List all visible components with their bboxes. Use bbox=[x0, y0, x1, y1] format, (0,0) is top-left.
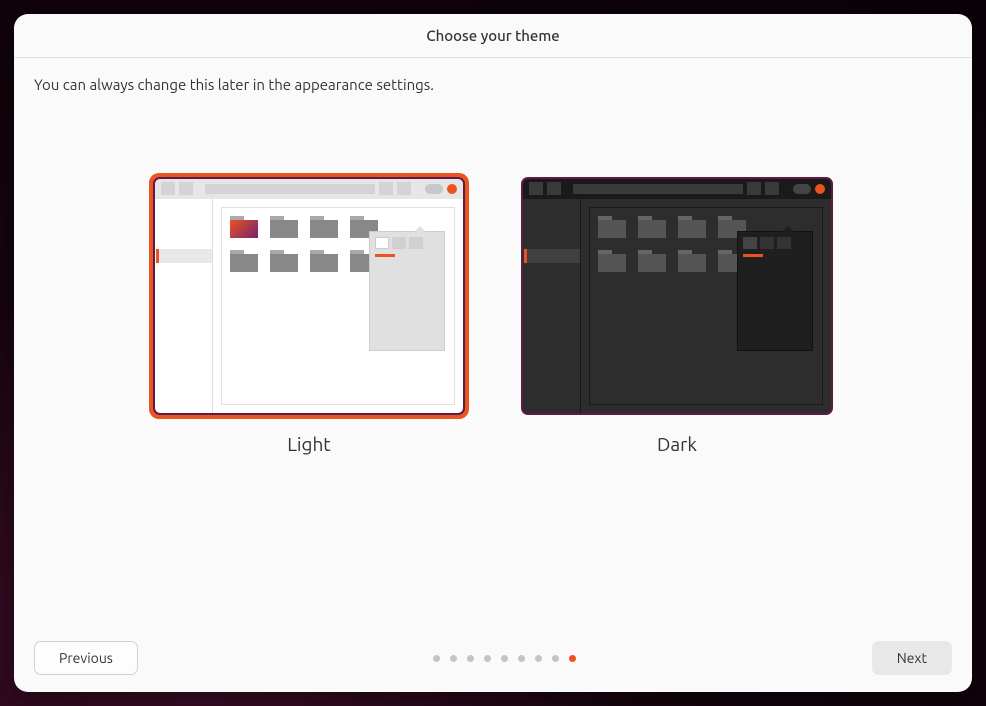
preview-popover bbox=[737, 231, 813, 351]
preview-titlebar bbox=[155, 179, 463, 199]
preview-sidebar bbox=[155, 199, 213, 413]
page-dot[interactable] bbox=[433, 655, 440, 662]
close-icon bbox=[815, 184, 825, 194]
theme-option-light[interactable]: Light bbox=[149, 173, 469, 455]
folder-icon bbox=[638, 216, 666, 238]
folder-icon bbox=[270, 250, 298, 272]
dialog-header: Choose your theme bbox=[14, 14, 972, 58]
next-button[interactable]: Next bbox=[872, 641, 952, 675]
folder-icon bbox=[598, 216, 626, 238]
theme-options-row: Light bbox=[34, 93, 952, 634]
page-dot[interactable] bbox=[518, 655, 525, 662]
folder-icon bbox=[310, 216, 338, 238]
page-dot[interactable] bbox=[501, 655, 508, 662]
preview-popover bbox=[369, 231, 445, 351]
page-dot[interactable] bbox=[484, 655, 491, 662]
folder-icon bbox=[310, 250, 338, 272]
folder-icon bbox=[230, 250, 258, 272]
page-indicator bbox=[433, 655, 576, 662]
theme-preview-dark bbox=[517, 173, 837, 419]
dialog-title: Choose your theme bbox=[426, 27, 559, 44]
preview-titlebar bbox=[523, 179, 831, 199]
dialog-footer: Previous Next bbox=[14, 634, 972, 692]
page-dot[interactable] bbox=[552, 655, 559, 662]
page-dot[interactable] bbox=[467, 655, 474, 662]
page-dot[interactable] bbox=[535, 655, 542, 662]
dialog-content: You can always change this later in the … bbox=[14, 58, 972, 634]
theme-chooser-dialog: Choose your theme You can always change … bbox=[14, 14, 972, 692]
theme-preview-light bbox=[149, 173, 469, 419]
theme-label-dark: Dark bbox=[657, 433, 697, 455]
page-dot[interactable] bbox=[569, 655, 576, 662]
theme-option-dark[interactable]: Dark bbox=[517, 173, 837, 455]
theme-label-light: Light bbox=[287, 433, 331, 455]
folder-icon bbox=[598, 250, 626, 272]
page-dot[interactable] bbox=[450, 655, 457, 662]
previous-button[interactable]: Previous bbox=[34, 641, 138, 675]
preview-sidebar bbox=[523, 199, 581, 413]
close-icon bbox=[447, 184, 457, 194]
subtitle-text: You can always change this later in the … bbox=[34, 76, 952, 93]
folder-icon bbox=[230, 216, 258, 238]
folder-icon bbox=[678, 250, 706, 272]
folder-icon bbox=[270, 216, 298, 238]
folder-icon bbox=[678, 216, 706, 238]
folder-icon bbox=[638, 250, 666, 272]
